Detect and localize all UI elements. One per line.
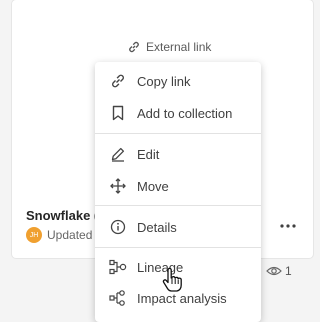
menu-item-copy-link[interactable]: Copy link xyxy=(95,66,261,96)
updated-info: JH Updated xyxy=(26,227,92,243)
menu-item-label: Copy link xyxy=(137,73,191,89)
eye-icon xyxy=(266,266,282,276)
menu-item-label: Details xyxy=(137,219,177,235)
menu-item-label: Edit xyxy=(137,146,160,162)
updated-label: Updated xyxy=(47,228,93,242)
menu-divider xyxy=(95,133,261,134)
menu-divider xyxy=(95,205,261,206)
info-icon xyxy=(109,218,127,236)
avatar: JH xyxy=(26,227,42,243)
views-count-value: 1 xyxy=(285,264,292,278)
hand-cursor-icon xyxy=(162,267,182,292)
views-count: 1 xyxy=(266,264,292,278)
link-icon xyxy=(129,41,139,53)
link-icon xyxy=(109,72,127,90)
menu-item-label: Add to collection xyxy=(137,105,233,121)
external-link[interactable]: External link xyxy=(127,38,211,56)
move-icon xyxy=(109,177,127,195)
pencil-icon xyxy=(109,145,127,163)
menu-item-add-to-collection[interactable]: Add to collection xyxy=(95,98,261,128)
menu-divider xyxy=(95,247,261,248)
more-actions-button[interactable] xyxy=(275,216,301,236)
menu-item-move[interactable]: Move xyxy=(95,171,261,201)
lineage-icon xyxy=(109,258,127,276)
menu-item-details[interactable]: Details xyxy=(95,212,261,242)
bookmark-icon xyxy=(109,104,127,122)
menu-item-label: Move xyxy=(137,178,169,194)
impact-analysis-icon xyxy=(109,289,127,307)
more-icon xyxy=(280,224,296,228)
menu-item-edit[interactable]: Edit xyxy=(95,139,261,169)
card-title[interactable]: Snowflake ( xyxy=(26,208,98,223)
external-link-label: External link xyxy=(146,40,212,54)
